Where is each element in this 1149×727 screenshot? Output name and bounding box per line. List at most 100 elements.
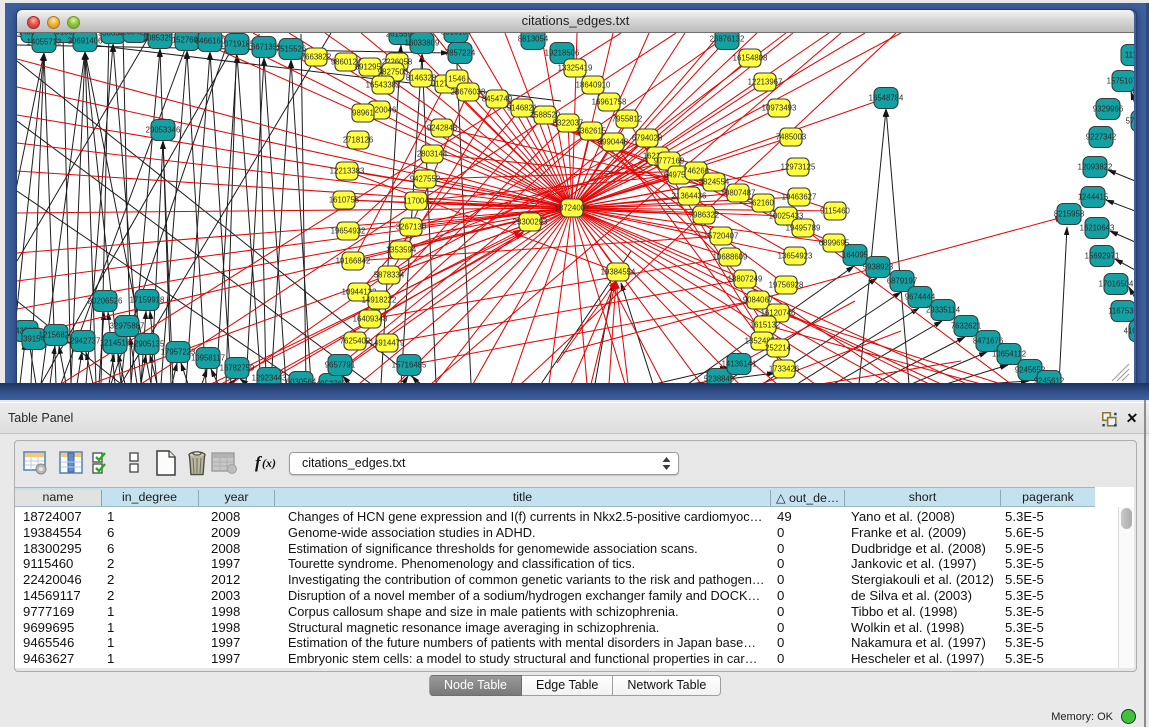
svg-text:29053346: 29053346 xyxy=(146,126,181,135)
svg-text:9657791: 9657791 xyxy=(325,361,355,370)
svg-text:62160: 62160 xyxy=(752,199,774,208)
svg-text:14136141: 14136141 xyxy=(722,360,757,369)
svg-text:19384554: 19384554 xyxy=(601,268,636,277)
svg-text:19654932: 19654932 xyxy=(331,227,366,236)
svg-text:252214: 252214 xyxy=(765,344,792,353)
svg-text:(x): (x) xyxy=(262,456,276,470)
svg-text:7485003: 7485003 xyxy=(776,133,806,142)
svg-text:13325419: 13325419 xyxy=(558,64,593,73)
svg-text:26876132: 26876132 xyxy=(710,35,745,44)
svg-text:21364436: 21364436 xyxy=(672,192,707,201)
svg-text:10807487: 10807487 xyxy=(721,189,756,198)
svg-text:7663822: 7663822 xyxy=(301,53,331,62)
svg-text:15692971: 15692971 xyxy=(1085,252,1120,261)
svg-text:13654923: 13654923 xyxy=(778,252,813,261)
svg-text:16154808: 16154808 xyxy=(733,54,768,63)
svg-text:5238849: 5238849 xyxy=(704,375,734,383)
svg-text:98961: 98961 xyxy=(352,109,374,118)
svg-text:9427552: 9427552 xyxy=(410,175,440,184)
svg-text:117004: 117004 xyxy=(403,197,429,206)
svg-text:7955812: 7955812 xyxy=(612,115,642,124)
svg-text:1112: 1112 xyxy=(1125,51,1134,60)
svg-text:12923443: 12923443 xyxy=(252,374,287,383)
svg-text:14055712: 14055712 xyxy=(27,38,62,47)
svg-text:41034131: 41034131 xyxy=(1124,327,1134,336)
svg-text:16548784: 16548784 xyxy=(869,94,904,103)
svg-text:9084067: 9084067 xyxy=(743,296,773,305)
svg-text:6794028: 6794028 xyxy=(632,134,662,143)
svg-text:5878334: 5878334 xyxy=(374,271,405,280)
svg-text:14918222: 14918222 xyxy=(362,296,397,305)
svg-text:15716485: 15716485 xyxy=(392,361,427,370)
svg-text:16210643: 16210643 xyxy=(1080,224,1115,233)
svg-text:3267130: 3267130 xyxy=(396,223,427,232)
svg-text:18640910: 18640910 xyxy=(576,81,611,90)
svg-text:16409348: 16409348 xyxy=(353,315,388,324)
svg-text:1214519: 1214519 xyxy=(100,339,130,348)
svg-text:19218506: 19218506 xyxy=(545,49,580,58)
svg-text:7857224: 7857224 xyxy=(445,49,476,58)
svg-text:19166842: 19166842 xyxy=(336,257,371,266)
svg-text:18724007: 18724007 xyxy=(555,204,590,213)
svg-text:8990448: 8990448 xyxy=(598,138,628,147)
svg-text:8816184: 8816184 xyxy=(441,33,472,37)
svg-text:19463627: 19463627 xyxy=(782,193,817,202)
svg-text:3832764: 3832764 xyxy=(1131,89,1134,98)
svg-text:7625402: 7625402 xyxy=(340,337,370,346)
svg-text:14914479: 14914479 xyxy=(370,339,405,348)
svg-text:8215958: 8215958 xyxy=(1054,210,1084,219)
svg-text:6899695: 6899695 xyxy=(819,239,850,248)
svg-text:9115460: 9115460 xyxy=(820,207,850,216)
svg-text:16961758: 16961758 xyxy=(592,98,627,107)
svg-text:16782759: 16782759 xyxy=(220,364,255,373)
svg-text:19756928: 19756928 xyxy=(769,281,804,290)
svg-text:6879197: 6879197 xyxy=(887,277,917,286)
svg-text:1733426: 1733426 xyxy=(769,365,799,374)
svg-text:164095: 164095 xyxy=(842,251,869,260)
svg-text:19495789: 19495789 xyxy=(786,224,821,233)
svg-text:2718126: 2718126 xyxy=(343,136,373,145)
svg-text:16033809: 16033809 xyxy=(405,39,440,48)
svg-text:1362615: 1362615 xyxy=(576,127,607,136)
svg-text:1546: 1546 xyxy=(448,75,465,84)
svg-text:12942737: 12942737 xyxy=(66,337,101,346)
svg-text:8813054: 8813054 xyxy=(518,35,549,44)
svg-text:1615132: 1615132 xyxy=(750,321,780,330)
svg-text:17159918: 17159918 xyxy=(130,296,165,305)
svg-text:7632621: 7632621 xyxy=(951,322,981,331)
svg-text:17016504: 17016504 xyxy=(1099,280,1134,289)
svg-text:1167533: 1167533 xyxy=(1108,307,1134,316)
svg-text:12093822: 12093822 xyxy=(1078,163,1113,172)
svg-text:2803144: 2803144 xyxy=(417,150,448,159)
svg-text:10958117: 10958117 xyxy=(191,354,225,363)
svg-text:23676038: 23676038 xyxy=(451,88,486,97)
svg-text:12973125: 12973125 xyxy=(781,163,816,172)
svg-text:15751074: 15751074 xyxy=(1107,77,1134,86)
svg-text:5938923: 5938923 xyxy=(863,263,893,272)
svg-text:23300293: 23300293 xyxy=(513,218,548,227)
svg-text:10654112: 10654112 xyxy=(992,350,1026,359)
svg-text:9827503: 9827503 xyxy=(378,68,408,77)
svg-text:1244415: 1244415 xyxy=(1078,193,1109,202)
svg-text:9242848: 9242848 xyxy=(427,124,457,133)
svg-text:29335114: 29335114 xyxy=(926,306,961,315)
svg-text:32975887: 32975887 xyxy=(110,322,145,331)
svg-text:3824554: 3824554 xyxy=(699,178,730,187)
svg-text:12213967: 12213967 xyxy=(748,78,783,87)
svg-text:8454749: 8454749 xyxy=(482,95,512,104)
svg-text:9777169: 9777169 xyxy=(654,157,684,166)
svg-text:15720407: 15720407 xyxy=(704,232,739,241)
svg-text:9674444: 9674444 xyxy=(905,293,936,302)
svg-text:9227342: 9227342 xyxy=(1086,133,1116,142)
svg-text:20206526: 20206526 xyxy=(88,297,123,306)
svg-text:8471676: 8471676 xyxy=(973,337,1003,346)
svg-text:1353594: 1353594 xyxy=(386,246,417,255)
svg-text:7986322: 7986322 xyxy=(689,211,719,220)
svg-text:57525534: 57525534 xyxy=(1126,117,1134,126)
svg-text:10973493: 10973493 xyxy=(762,104,797,113)
svg-text:20691406: 20691406 xyxy=(68,37,103,46)
svg-text:12213383: 12213383 xyxy=(330,167,365,176)
svg-text:18807249: 18807249 xyxy=(728,275,763,284)
svg-text:1610755: 1610755 xyxy=(329,196,360,205)
svg-text:16543382: 16543382 xyxy=(366,81,401,90)
